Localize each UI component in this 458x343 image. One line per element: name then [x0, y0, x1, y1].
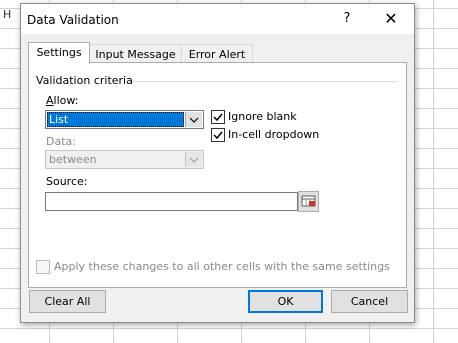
clear-all-button[interactable]: Clear All	[29, 290, 106, 313]
data-dropdown[interactable]: between	[45, 150, 204, 169]
data-selected-value: between	[49, 153, 97, 166]
allow-label: Allow:	[46, 94, 79, 107]
source-label: Source:	[46, 175, 88, 188]
validation-criteria-heading: Validation criteria	[36, 74, 137, 87]
tab-error-alert[interactable]: Error Alert	[181, 44, 253, 64]
ignore-blank-label: Ignore blank	[228, 110, 297, 123]
range-selector-button[interactable]	[298, 191, 319, 212]
source-input[interactable]	[45, 192, 298, 211]
ok-button[interactable]: OK	[248, 290, 323, 313]
allow-chevron-down-icon[interactable]	[185, 112, 202, 127]
tab-input-message[interactable]: Input Message	[89, 44, 182, 64]
collapse-dialog-icon	[301, 195, 316, 207]
apply-all-checkbox[interactable]	[36, 260, 50, 274]
ignore-blank-checkbox[interactable]	[211, 110, 225, 124]
in-cell-dropdown-label: In-cell dropdown	[228, 128, 320, 141]
data-label: Data:	[46, 135, 76, 148]
tab-settings[interactable]: Settings	[28, 42, 90, 64]
allow-dropdown[interactable]: List	[45, 110, 204, 129]
data-chevron-down-icon	[185, 152, 202, 167]
close-button[interactable]: ✕	[373, 8, 409, 30]
data-validation-dialog: Data Validation ? ✕ Settings Input Messa…	[20, 3, 415, 323]
allow-selected-value: List	[47, 112, 184, 127]
cell-text-fragment: H	[3, 8, 12, 21]
dialog-title: Data Validation	[27, 13, 119, 27]
cancel-button[interactable]: Cancel	[331, 290, 408, 313]
help-button[interactable]: ?	[332, 9, 362, 29]
in-cell-dropdown-checkbox[interactable]	[211, 128, 225, 142]
apply-all-label: Apply these changes to all other cells w…	[54, 260, 390, 273]
title-bar[interactable]: Data Validation ? ✕	[21, 4, 414, 34]
group-divider	[133, 81, 398, 82]
